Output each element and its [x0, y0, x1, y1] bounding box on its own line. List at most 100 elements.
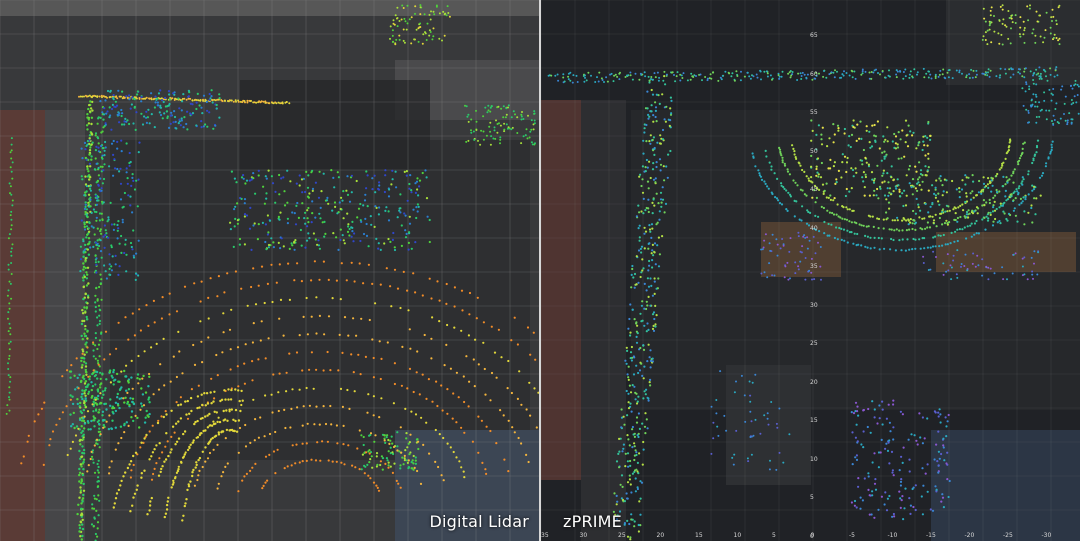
lidar-point — [112, 139, 115, 143]
lidar-point — [942, 262, 945, 265]
lidar-point — [132, 179, 135, 182]
lidar-point — [651, 243, 654, 246]
lidar-point — [634, 490, 637, 493]
lidar-point — [1031, 184, 1034, 187]
lidar-point — [84, 148, 87, 151]
lidar-point — [78, 473, 81, 477]
lidar-point — [452, 450, 455, 454]
lidar-point — [781, 159, 784, 162]
lidar-point — [278, 218, 281, 221]
lidar-point — [428, 13, 431, 16]
lidar-point — [85, 284, 89, 287]
lidar-point — [238, 237, 242, 241]
lidar-point — [312, 232, 315, 235]
lidar-point — [249, 206, 252, 209]
lidar-point — [767, 187, 770, 190]
lidar-point — [457, 396, 460, 399]
lidar-point — [120, 234, 123, 238]
lidar-point — [7, 263, 10, 266]
lidar-point — [993, 194, 997, 197]
lidar-point — [94, 261, 97, 264]
y-axis-tick-label: 15 — [810, 417, 818, 424]
lidar-point — [186, 417, 190, 420]
lidar-point — [105, 378, 108, 381]
lidar-point — [393, 268, 397, 271]
lidar-point — [403, 212, 406, 215]
lidar-point — [300, 244, 303, 247]
lidar-point — [972, 69, 975, 72]
lidar-point — [912, 185, 915, 188]
lidar-point — [1030, 206, 1033, 210]
lidar-point — [916, 73, 918, 76]
lidar-point — [749, 77, 752, 80]
lidar-point — [1024, 198, 1027, 201]
lidar-point — [346, 388, 349, 392]
lidar-point — [659, 134, 662, 137]
lidar-point — [939, 234, 942, 237]
lidar-point — [114, 263, 117, 266]
lidar-point — [984, 228, 987, 231]
lidar-point — [1028, 85, 1031, 88]
lidar-point — [157, 474, 161, 477]
lidar-point — [372, 414, 375, 417]
lidar-point — [867, 488, 870, 491]
lidar-point — [975, 232, 978, 235]
lidar-point — [319, 459, 322, 462]
lidar-point — [118, 406, 121, 410]
lidar-point — [861, 163, 864, 166]
lidar-point — [923, 247, 926, 250]
lidar-point — [101, 218, 104, 221]
lidar-point — [853, 221, 856, 224]
lidar-point — [881, 174, 884, 177]
lidar-point — [120, 436, 123, 440]
lidar-point — [266, 282, 269, 285]
lidar-point — [904, 487, 907, 490]
lidar-point — [981, 258, 984, 261]
lidar-point — [725, 429, 728, 432]
lidar-point — [70, 425, 73, 428]
lidar-point — [879, 451, 882, 454]
lidar-point — [950, 278, 953, 281]
lidar-point — [94, 383, 97, 386]
lidar-point — [161, 99, 164, 102]
lidar-point — [1039, 76, 1042, 79]
lidar-point — [1037, 251, 1040, 254]
lidar-point — [103, 149, 106, 152]
lidar-point — [653, 317, 656, 321]
lidar-point — [886, 172, 889, 175]
lidar-point — [233, 429, 236, 433]
lidar-point — [1064, 95, 1067, 98]
lidar-point — [765, 155, 768, 158]
lidar-point — [453, 326, 456, 329]
lidar-point — [243, 475, 246, 478]
lidar-point — [155, 462, 158, 465]
lidar-point — [633, 442, 636, 445]
lidar-point — [877, 236, 880, 240]
lidar-point — [472, 130, 475, 133]
zprime-label: zPRIME — [563, 512, 622, 531]
lidar-point — [989, 211, 992, 214]
lidar-point — [98, 386, 102, 389]
lidar-point — [931, 203, 934, 206]
lidar-point — [98, 427, 101, 430]
lidar-point — [10, 143, 13, 146]
lidar-point — [142, 374, 145, 378]
lidar-point — [218, 97, 221, 100]
lidar-point — [846, 241, 849, 244]
lidar-point — [335, 236, 338, 239]
lidar-point — [530, 119, 533, 122]
lidar-point — [1055, 37, 1058, 39]
lidar-point — [914, 165, 917, 168]
lidar-point — [619, 483, 622, 486]
lidar-point — [424, 31, 426, 34]
lidar-point — [91, 503, 94, 506]
lidar-point — [907, 438, 910, 441]
lidar-point — [862, 224, 865, 227]
lidar-point — [86, 143, 89, 146]
lidar-point — [201, 465, 204, 469]
lidar-point — [759, 432, 762, 435]
lidar-point — [635, 421, 639, 424]
lidar-point — [901, 238, 904, 241]
lidar-point — [654, 76, 657, 79]
lidar-point — [311, 187, 315, 190]
